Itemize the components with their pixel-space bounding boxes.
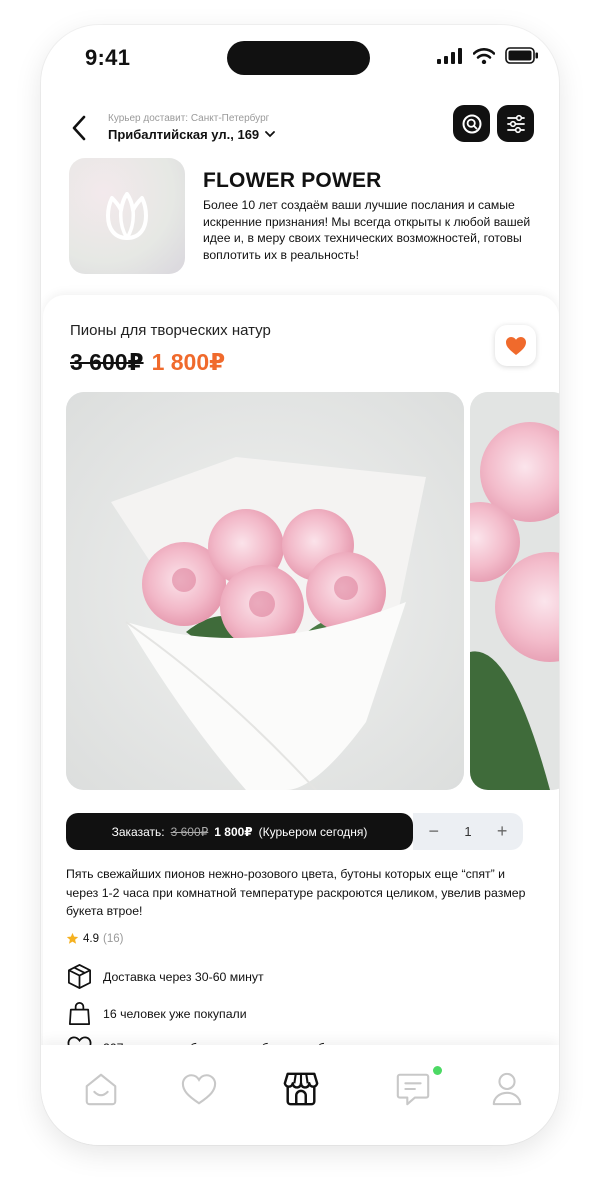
- tulip-logo-icon: [106, 192, 148, 240]
- phone-frame: 9:41 Курьер доставит: Санкт-Петербург Пр…: [41, 25, 559, 1145]
- tab-shop[interactable]: [281, 1069, 321, 1109]
- box-icon: [68, 964, 91, 989]
- star-icon: [66, 932, 79, 944]
- battery-icon: [505, 47, 538, 64]
- old-price: 3 600₽: [70, 349, 144, 375]
- delivery-label: Курьер доставит: Санкт-Петербург: [108, 113, 270, 124]
- order-note: (Курьером сегодня): [258, 824, 368, 839]
- feature-delivery: Доставка через 30-60 минут: [66, 963, 264, 990]
- shop-description: Более 10 лет создаём ваши лучшие послани…: [203, 198, 531, 262]
- product-description: Пять свежайших пионов нежно-розового цве…: [66, 867, 526, 918]
- peony-bouquet-image: [66, 392, 464, 790]
- shop-name: FLOWER POWER: [203, 169, 382, 192]
- new-price: 1 800₽: [151, 349, 226, 375]
- quantity-stepper: − 1 +: [413, 813, 523, 850]
- filter-button[interactable]: [497, 105, 534, 142]
- status-time: 9:41: [85, 45, 131, 70]
- tab-favorites[interactable]: [179, 1069, 219, 1109]
- address-text: Прибалтийская ул., 169: [108, 127, 260, 142]
- status-icons: [437, 47, 539, 64]
- sliders-icon: [506, 114, 525, 133]
- search-button[interactable]: [453, 105, 490, 142]
- wifi-icon: [473, 47, 495, 64]
- tab-bar: [41, 1045, 559, 1145]
- product-photo-next[interactable]: [470, 392, 559, 790]
- profile-icon: [492, 1072, 522, 1106]
- chevron-down-icon: [265, 131, 276, 138]
- bag-icon: [68, 1002, 91, 1025]
- tab-home[interactable]: [81, 1069, 121, 1109]
- heart-icon: [505, 336, 526, 355]
- product-photo[interactable]: [66, 392, 464, 790]
- chevron-left-icon: [72, 115, 86, 141]
- feature-buyers: 16 человек уже покупали: [66, 1000, 247, 1027]
- signal-icon: [437, 47, 462, 64]
- quantity-value: 1: [464, 824, 472, 839]
- rating-value: 4.9: [83, 932, 99, 945]
- peony-closeup-image: [470, 392, 559, 790]
- chat-icon: [396, 1073, 430, 1106]
- order-label: Заказать:: [111, 824, 165, 839]
- tab-profile[interactable]: [487, 1069, 527, 1109]
- search-icon: [462, 114, 481, 133]
- feature-text: Доставка через 30-60 минут: [103, 969, 264, 984]
- price-row: 3 600₽ 1 800₽: [70, 349, 225, 376]
- dynamic-island: [227, 41, 370, 75]
- delivery-address[interactable]: Курьер доставит: Санкт-Петербург Прибалт…: [108, 113, 276, 142]
- rating[interactable]: 4.9 (16): [66, 932, 123, 945]
- tab-chat[interactable]: [393, 1069, 433, 1109]
- feature-text: 16 человек уже покупали: [103, 1006, 247, 1021]
- order-new-price: 1 800₽: [214, 824, 253, 839]
- back-button[interactable]: [71, 113, 93, 143]
- reviews-count: (16): [103, 932, 124, 945]
- chat-notification-dot: [433, 1066, 442, 1075]
- home-icon: [85, 1073, 117, 1106]
- shop-logo[interactable]: [69, 158, 185, 274]
- shop-icon: [283, 1072, 319, 1106]
- order-old-price: 3 600₽: [170, 824, 209, 839]
- favorite-button[interactable]: [495, 325, 536, 366]
- product-title: Пионы для творческих натур: [70, 322, 271, 339]
- order-button[interactable]: Заказать: 3 600₽ 1 800₽ (Курьером сегодн…: [66, 813, 413, 850]
- favorites-icon: [181, 1074, 217, 1105]
- increment-button[interactable]: +: [491, 821, 513, 842]
- decrement-button[interactable]: −: [423, 821, 445, 842]
